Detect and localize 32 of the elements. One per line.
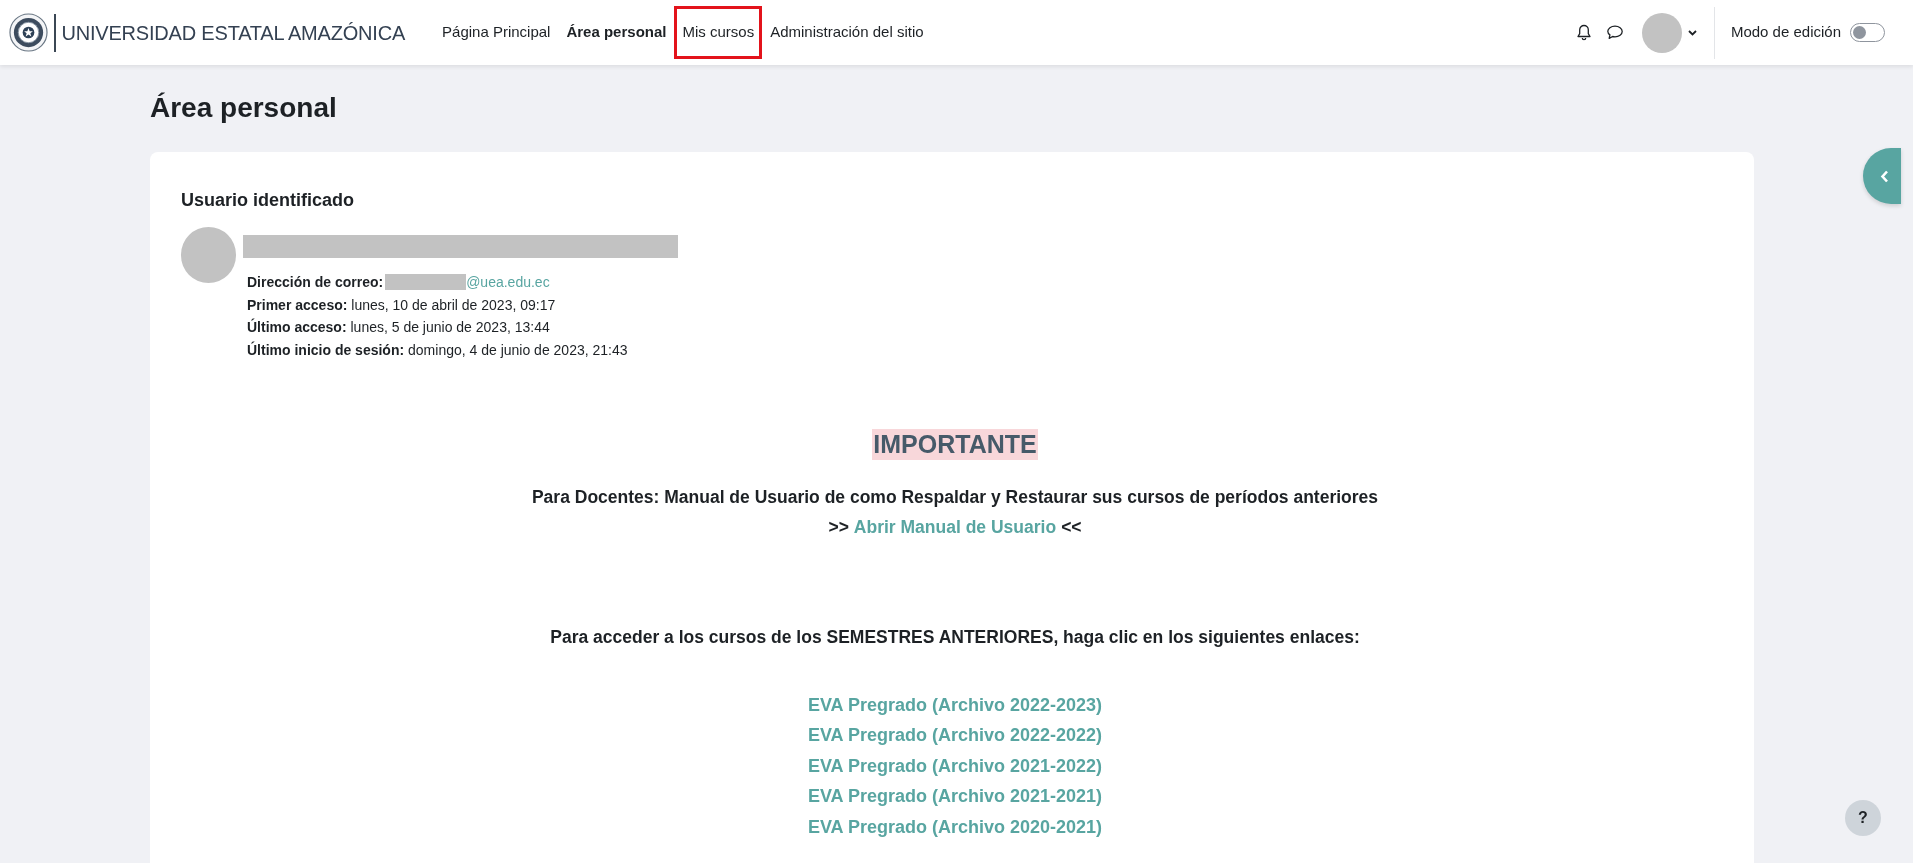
closing-arrows-text: << bbox=[1061, 515, 1082, 539]
archive-link[interactable]: EVA Pregrado (Archivo 2021-2021) bbox=[807, 781, 1103, 812]
edit-mode-toggle[interactable] bbox=[1850, 23, 1885, 42]
archive-link[interactable]: EVA Pregrado (Archivo 2022-2022) bbox=[807, 720, 1103, 751]
nav-link[interactable]: Administración del sitio bbox=[762, 6, 932, 59]
nav-link[interactable]: Página Principal bbox=[434, 6, 559, 59]
archive-intro-text: Para acceder a los cursos de los SEMESTRES ANTERIORES, haga clic en los siguientes enlaces: bbox=[550, 625, 1360, 649]
chevron-left-icon bbox=[1879, 169, 1889, 183]
archive-link[interactable]: EVA Pregrado (Archivo 2021-2022) bbox=[807, 750, 1103, 782]
nav-link[interactable]: Mis cursos bbox=[674, 6, 763, 59]
seal-logo[interactable] bbox=[9, 13, 48, 52]
detail-line: Primer acceso: lunes, 10 de abril de 2023, 09:17 bbox=[247, 295, 556, 315]
important-heading: IMPORTANTE bbox=[872, 428, 1038, 460]
bell-icon[interactable] bbox=[1575, 24, 1592, 41]
edit-mode-label: Modo de edición bbox=[1730, 22, 1841, 43]
intro-text: Para Docentes: Manual de Usuario de como Respaldar y Restaurar sus cursos de períodos anteriores bbox=[531, 485, 1379, 509]
site-name[interactable]: UNIVERSIDAD ESTATAL AMAZÓNICA bbox=[61, 20, 406, 45]
manual-link[interactable]: Abrir Manual de Usuario bbox=[853, 511, 1057, 542]
archive-link[interactable]: EVA Pregrado (Archivo 2022-2023) bbox=[807, 689, 1103, 721]
speech-bubble-icon[interactable] bbox=[1605, 25, 1624, 40]
help-button[interactable]: ? bbox=[1845, 800, 1881, 836]
detail-line: Último inicio de sesión: domingo, 4 de junio de 2023, 21:43 bbox=[247, 340, 628, 361]
chevron-down-icon[interactable] bbox=[1687, 29, 1697, 36]
detail-line: Último acceso: lunes, 5 de junio de 2023, 13:44 bbox=[247, 318, 550, 338]
email-link[interactable]: @uea.edu.ec bbox=[466, 271, 550, 293]
archive-link[interactable]: EVA Pregrado (Archivo 2020-2021) bbox=[807, 811, 1103, 843]
opening-arrows-text: >> bbox=[828, 515, 849, 539]
detail-label: Dirección de correo: bbox=[247, 272, 384, 292]
page-title: Área personal bbox=[150, 91, 337, 125]
drawer-toggle-button[interactable] bbox=[1863, 148, 1901, 204]
block-title: Usuario identificado bbox=[181, 189, 355, 211]
nav-link[interactable]: Área personal bbox=[558, 6, 675, 59]
